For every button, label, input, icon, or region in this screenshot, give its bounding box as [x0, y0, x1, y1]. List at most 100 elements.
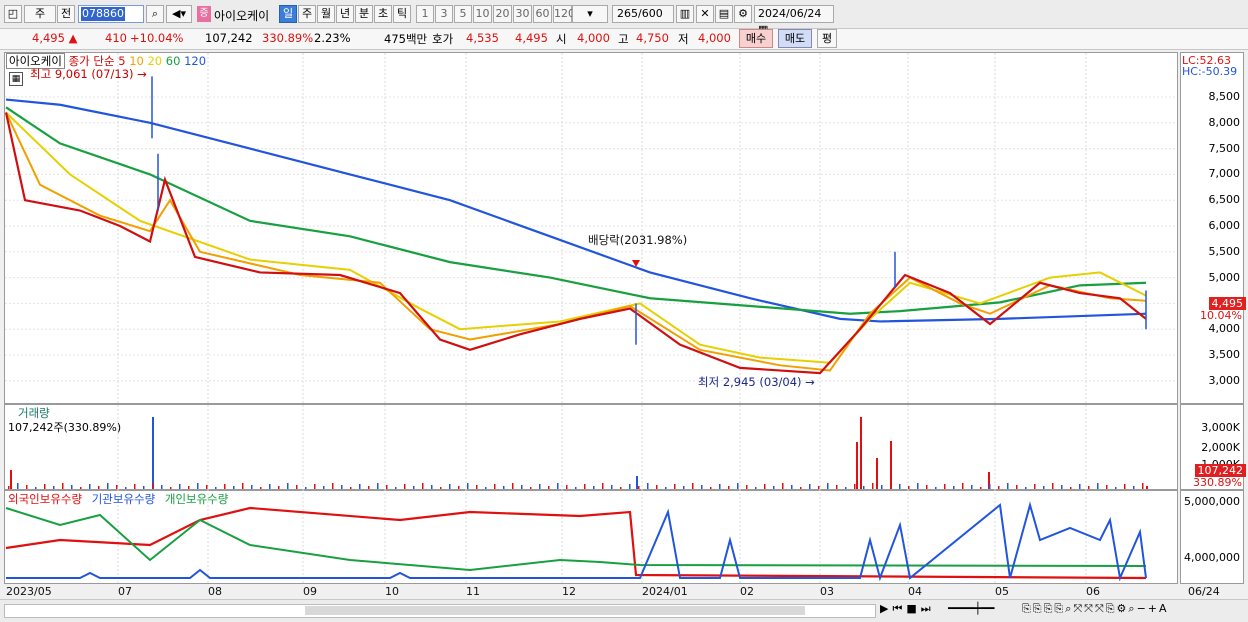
volume-bar — [1043, 486, 1045, 489]
vol-tick-3000: 3,000K — [1201, 421, 1240, 434]
volume-bar — [845, 487, 847, 489]
volume-bar — [1124, 484, 1126, 489]
ma-20-line — [5, 111, 1147, 364]
volume-pct-tag: 330.89% — [1193, 476, 1242, 489]
x-label: 2023/05 — [6, 585, 52, 598]
volume-bar — [1088, 486, 1090, 489]
foreign-line — [5, 506, 1147, 580]
volume-bar — [152, 417, 154, 489]
volume-bar — [422, 483, 424, 489]
x-label: 05 — [995, 585, 1009, 598]
scroll-thumb[interactable] — [305, 606, 805, 615]
volume-bar — [440, 487, 442, 489]
volume-bar — [377, 483, 379, 489]
volume-bar — [413, 486, 415, 489]
volume-bar — [899, 484, 901, 489]
price-tick: 3,000 — [1208, 373, 1241, 387]
price-tick: 4,000 — [1208, 322, 1241, 336]
volume-bar — [962, 483, 964, 489]
volume-bar — [710, 487, 712, 489]
volume-bar — [341, 485, 343, 489]
x-label: 12 — [562, 585, 576, 598]
volume-bar — [170, 487, 172, 489]
volume-bar — [593, 486, 595, 489]
price-tick: 5,000 — [1208, 270, 1241, 284]
holding-tick-5m: 5,000,000 — [1184, 495, 1240, 508]
volume-bar — [431, 485, 433, 489]
x-label: 09 — [303, 585, 317, 598]
volume-bar — [476, 485, 478, 489]
nav-buttons[interactable]: ▶⏮■⏭ — [880, 602, 935, 616]
volume-bar — [485, 487, 487, 489]
volume-bar — [764, 484, 766, 489]
volume-bar — [386, 485, 388, 489]
x-label: 06 — [1086, 585, 1100, 598]
volume-bar — [152, 483, 154, 489]
volume-bar — [998, 486, 1000, 489]
volume-bar — [1146, 486, 1148, 489]
volume-bar — [647, 483, 649, 489]
price-tick: 6,500 — [1208, 193, 1241, 207]
table-icon[interactable]: ▦ — [9, 72, 23, 86]
volume-bar — [856, 442, 858, 489]
volume-bar — [1061, 485, 1063, 489]
volume-bar — [791, 485, 793, 489]
volume-bar — [35, 487, 37, 489]
volume-bar — [719, 484, 721, 489]
volume-bar — [860, 417, 862, 489]
volume-bar — [188, 486, 190, 489]
x-label: 08 — [208, 585, 222, 598]
price-tick: 5,500 — [1208, 244, 1241, 258]
volume-bar — [80, 487, 82, 489]
volume-bar — [260, 487, 262, 489]
volume-bar — [1079, 484, 1081, 489]
tool-icons[interactable]: ⎘⎘⎘⎘⌕⤧⤧⤧⎘⚙⌕−+A — [1022, 602, 1169, 616]
volume-bar — [863, 486, 865, 489]
x-label: 07 — [118, 585, 132, 598]
volume-bar — [701, 485, 703, 489]
dividend-annotation: 배당락(2031.98%) — [588, 233, 688, 247]
individual-line — [5, 507, 1147, 572]
volume-bar — [10, 470, 12, 489]
volume-bar — [575, 487, 577, 489]
chart-scrollbar[interactable] — [4, 604, 876, 618]
volume-bar — [1115, 487, 1117, 489]
volume-bar — [296, 485, 298, 489]
volume-bar — [125, 487, 127, 489]
volume-bar — [890, 441, 892, 489]
volume-bar — [800, 487, 802, 489]
bottom-toolbar: ▶⏮■⏭ ━━━━┿━━ ⎘⎘⎘⎘⌕⤧⤧⤧⎘⚙⌕−+A — [0, 599, 1248, 622]
x-label: 03 — [820, 585, 834, 598]
volume-bar — [1052, 483, 1054, 489]
zoom-slider[interactable]: ━━━━┿━━ — [948, 602, 994, 615]
holding-tick-4m: 4,000,000 — [1184, 551, 1240, 564]
volume-bar — [755, 487, 757, 489]
foreign-label: 외국인보유수량 — [8, 492, 83, 506]
volume-bar — [143, 486, 145, 489]
volume-bar — [503, 486, 505, 489]
volume-bar — [26, 485, 28, 489]
volume-bar — [314, 484, 316, 489]
volume-bar — [773, 486, 775, 489]
volume-bar — [1025, 487, 1027, 489]
volume-bar — [251, 485, 253, 489]
volume-bar — [953, 486, 955, 489]
volume-bar — [683, 486, 685, 489]
volume-bar — [629, 484, 631, 489]
volume-bar — [908, 486, 910, 489]
x-label: 02 — [740, 585, 754, 598]
volume-bar — [935, 487, 937, 489]
volume-bar — [665, 487, 667, 489]
volume-bar — [71, 485, 73, 489]
holding-legend: 외국인보유수량 기관보유수량 개인보유수량 — [8, 491, 228, 507]
volume-bar — [530, 487, 532, 489]
volume-bar — [98, 486, 100, 489]
volume-bar — [305, 487, 307, 489]
volume-bar — [269, 484, 271, 489]
volume-bar — [8, 486, 10, 489]
volume-bar — [872, 483, 874, 489]
volume-bar — [368, 486, 370, 489]
price-tick: 8,000 — [1208, 115, 1241, 129]
volume-bar — [611, 485, 613, 489]
volume-bar — [539, 484, 541, 489]
